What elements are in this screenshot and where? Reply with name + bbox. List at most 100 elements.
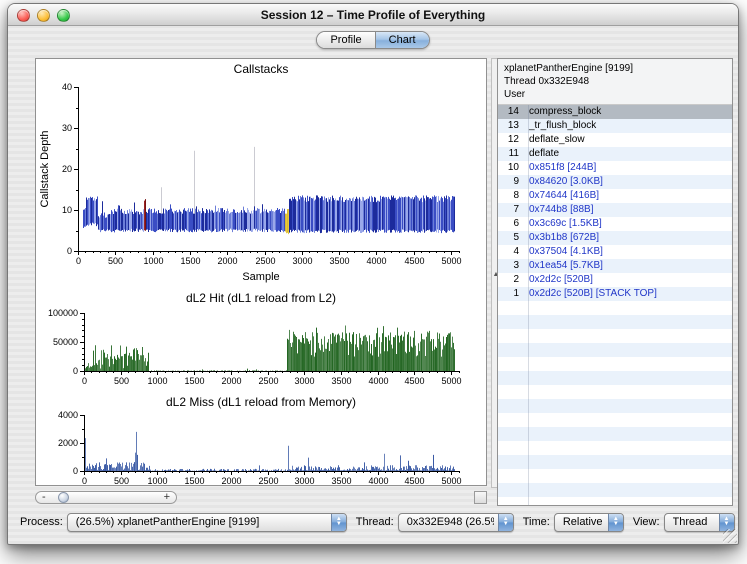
zoom-slider[interactable]: - +: [35, 491, 177, 504]
callstack-row[interactable]: 50x3b1b8 [672B]: [498, 231, 732, 245]
frame-index: 8: [498, 189, 524, 203]
popup-arrows-icon: ▲▼: [608, 514, 623, 531]
callstack-filler-row: [498, 385, 732, 399]
popup-arrows-icon: ▲▼: [719, 514, 734, 531]
frame-index: 11: [498, 147, 524, 161]
frame-label: deflate: [524, 147, 559, 161]
frame-label: compress_block: [524, 105, 601, 119]
popup-arrows-icon: ▲▼: [331, 514, 346, 531]
frame-index: [498, 441, 524, 455]
callstack-filler-row: [498, 399, 732, 413]
title-bar[interactable]: Session 12 – Time Profile of Everything: [8, 4, 738, 26]
frame-label: 0x84620 [3.0KB]: [524, 175, 603, 189]
time-popup[interactable]: Relative ▲▼: [554, 513, 624, 532]
callstack-row[interactable]: 12deflate_slow: [498, 133, 732, 147]
callstack-filler-row: [498, 483, 732, 497]
callstack-row[interactable]: 90x84620 [3.0KB]: [498, 175, 732, 189]
frame-label: 0x74644 [416B]: [524, 189, 599, 203]
close-button[interactable]: [17, 9, 30, 22]
view-label: View:: [633, 516, 660, 528]
zoom-button[interactable]: [57, 9, 70, 22]
callstack-row[interactable]: 20x2d2c [520B]: [498, 273, 732, 287]
process-name-line: xplanetPantherEngine [9199]: [504, 62, 726, 75]
frame-index: 5: [498, 231, 524, 245]
frame-label: 0x2d2c [520B]: [524, 273, 593, 287]
process-popup[interactable]: (26.5%) xplanetPantherEngine [9199] ▲▼: [67, 513, 347, 532]
frame-label: 0x3b1b8 [672B]: [524, 231, 599, 245]
frame-index: [498, 329, 524, 343]
sample-axis-label: Sample: [36, 271, 486, 283]
callstack-row[interactable]: 40x37504 [4.1KB]: [498, 245, 732, 259]
frame-label: 0x851f8 [244B]: [524, 161, 596, 175]
frame-index: [498, 399, 524, 413]
callstack-row[interactable]: 30x1ea54 [5.7KB]: [498, 259, 732, 273]
thread-popup[interactable]: 0x332E948 (26.5%) ▲▼: [398, 513, 514, 532]
frame-index: 9: [498, 175, 524, 189]
frame-label: 0x744b8 [88B]: [524, 203, 594, 217]
minimize-button[interactable]: [37, 9, 50, 22]
frame-label: _tr_flush_block: [524, 119, 596, 133]
callstack-filler-row: [498, 413, 732, 427]
view-switcher: Profile Chart: [8, 31, 738, 53]
dl2-miss-chart[interactable]: [44, 409, 474, 487]
tab-chart[interactable]: Chart: [375, 32, 429, 48]
zoom-out-button[interactable]: -: [42, 491, 46, 504]
callstacks-chart[interactable]: [44, 79, 474, 269]
callstack-filler-row: [498, 469, 732, 483]
zoom-in-button[interactable]: +: [164, 491, 170, 504]
frame-index: 2: [498, 273, 524, 287]
frame-label: 0x3c69c [1.5KB]: [524, 217, 602, 231]
callstack-row[interactable]: 70x744b8 [88B]: [498, 203, 732, 217]
callstack-filler-row: [498, 301, 732, 315]
resize-grip[interactable]: [723, 529, 737, 543]
callstack-filler-row: [498, 357, 732, 371]
callstack-filler-row: [498, 343, 732, 357]
callstack-row[interactable]: 100x851f8 [244B]: [498, 161, 732, 175]
bottom-controls: Process: (26.5%) xplanetPantherEngine [9…: [8, 510, 738, 534]
thread-line: Thread 0x332E948: [504, 75, 726, 88]
frame-label: deflate_slow: [524, 133, 585, 147]
frame-index: 1: [498, 287, 524, 301]
callstack-filler-row: [498, 329, 732, 343]
frame-index: [498, 427, 524, 441]
process-label: Process:: [20, 516, 63, 528]
frame-index: 6: [498, 217, 524, 231]
frame-index: 3: [498, 259, 524, 273]
frame-index: [498, 469, 524, 483]
callstack-row[interactable]: 60x3c69c [1.5KB]: [498, 217, 732, 231]
grow-box[interactable]: [474, 491, 487, 504]
popup-arrows-icon: ▲▼: [498, 514, 513, 531]
frame-index: [498, 315, 524, 329]
callstack-filler-row: [498, 441, 732, 455]
frame-index: 12: [498, 133, 524, 147]
user-line: User: [504, 88, 726, 101]
callstack-filler-row: [498, 427, 732, 441]
frame-index: [498, 357, 524, 371]
callstack-list: 14compress_block13_tr_flush_block12defla…: [498, 105, 732, 506]
frame-index: [498, 371, 524, 385]
frame-label: 0x37504 [4.1KB]: [524, 245, 603, 259]
frame-index: 13: [498, 119, 524, 133]
frame-index: [498, 483, 524, 497]
callstacks-title: Callstacks: [36, 62, 486, 76]
dl2-hit-chart[interactable]: [44, 307, 474, 387]
callstack-row[interactable]: 10x2d2c [520B] [STACK TOP]: [498, 287, 732, 301]
callstack-header: xplanetPantherEngine [9199] Thread 0x332…: [498, 59, 732, 105]
frame-label: 0x2d2c [520B] [STACK TOP]: [524, 287, 657, 301]
frame-index: 10: [498, 161, 524, 175]
frame-label: 0x1ea54 [5.7KB]: [524, 259, 603, 273]
tab-profile[interactable]: Profile: [317, 32, 374, 48]
chart-panel: Callstacks Callstack Depth Sample dL2 Hi…: [35, 58, 487, 486]
time-label: Time:: [523, 516, 550, 528]
callstack-filler-row: [498, 315, 732, 329]
frame-index: [498, 343, 524, 357]
callstack-row[interactable]: 14compress_block: [498, 105, 732, 119]
callstack-row[interactable]: 80x74644 [416B]: [498, 189, 732, 203]
callstack-row[interactable]: 13_tr_flush_block: [498, 119, 732, 133]
callstack-row[interactable]: 11deflate: [498, 147, 732, 161]
frame-index: [498, 455, 524, 469]
window-title: Session 12 – Time Profile of Everything: [8, 4, 738, 26]
dl2-hit-title: dL2 Hit (dL1 reload from L2): [36, 291, 486, 305]
callstack-filler-row: [498, 497, 732, 506]
zoom-slider-thumb[interactable]: [58, 492, 69, 503]
